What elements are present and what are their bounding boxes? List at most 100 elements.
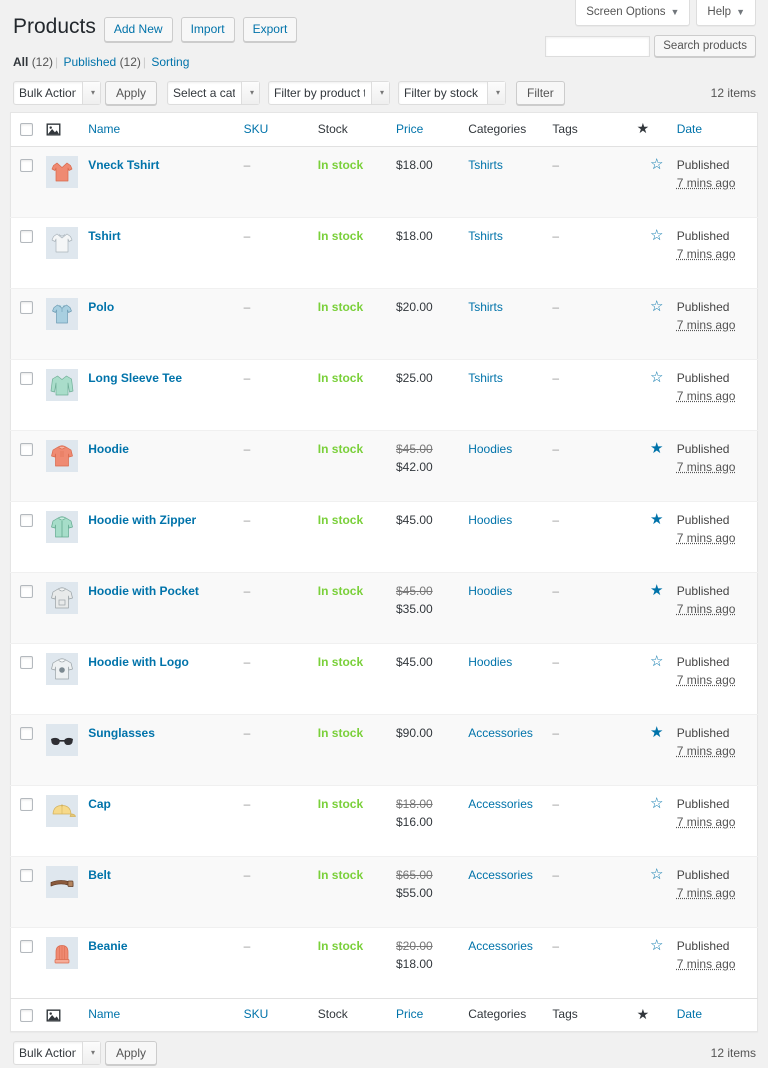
stock-status-select[interactable]: Filter by stock status [398,81,506,105]
product-thumbnail[interactable] [46,724,78,756]
star-outline-icon[interactable]: ☆ [650,796,663,811]
product-thumbnail[interactable] [46,653,78,685]
star-filled-icon[interactable]: ★ [650,725,663,740]
row-checkbox[interactable] [20,727,33,740]
product-name-link[interactable]: Hoodie with Zipper [88,513,196,527]
row-checkbox[interactable] [20,301,33,314]
product-name-link[interactable]: Hoodie with Logo [88,655,189,669]
product-thumbnail[interactable] [46,866,78,898]
star-outline-icon[interactable]: ☆ [650,938,663,953]
name-header-link[interactable]: Name [88,122,120,136]
row-checkbox[interactable] [20,940,33,953]
view-sorting-link[interactable]: Sorting [151,55,189,69]
product-name-link[interactable]: Polo [88,300,114,314]
view-published-link[interactable]: Published [64,55,117,69]
category-select[interactable]: Select a category [167,81,260,105]
row-checkbox[interactable] [20,656,33,669]
product-type-select[interactable]: Filter by product type [268,81,390,105]
product-name-link[interactable]: Vneck Tshirt [88,158,159,172]
product-thumbnail[interactable] [46,369,78,401]
search-input[interactable] [545,36,650,57]
product-thumbnail[interactable] [46,440,78,472]
add-new-button[interactable]: Add New [104,17,173,42]
row-checkbox[interactable] [20,159,33,172]
apply-button-top[interactable]: Apply [105,81,157,105]
category-link[interactable]: Accessories [468,939,533,953]
star-outline-icon[interactable]: ☆ [650,654,663,669]
row-checkbox[interactable] [20,372,33,385]
price-footer-link[interactable]: Price [396,1007,423,1021]
name-footer-link[interactable]: Name [88,1007,120,1021]
date-footer[interactable]: Date [677,998,758,1032]
apply-button-bottom[interactable]: Apply [105,1041,157,1065]
star-outline-icon[interactable]: ☆ [650,867,663,882]
star-outline-icon[interactable]: ☆ [650,370,663,385]
view-all[interactable]: All (12)| [13,55,60,69]
row-checkbox[interactable] [20,230,33,243]
featured-header[interactable]: ★ [637,113,677,147]
product-thumbnail[interactable] [46,227,78,259]
featured-footer[interactable]: ★ [637,998,677,1032]
price-header-link[interactable]: Price [396,122,423,136]
product-name-cell: Polo [88,288,243,359]
view-sorting[interactable]: Sorting [151,55,189,69]
product-name-link[interactable]: Hoodie with Pocket [88,584,199,598]
category-link[interactable]: Hoodies [468,655,512,669]
search-products-button[interactable]: Search products [654,35,756,57]
product-name-link[interactable]: Belt [88,868,111,882]
product-thumbnail[interactable] [46,156,78,188]
product-thumbnail[interactable] [46,298,78,330]
bulk-actions-select-bottom[interactable]: Bulk Actions [13,1041,101,1065]
category-link[interactable]: Hoodies [468,513,512,527]
product-name-link[interactable]: Hoodie [88,442,129,456]
name-header[interactable]: Name [88,113,243,147]
category-link[interactable]: Hoodies [468,442,512,456]
date-footer-link[interactable]: Date [677,1007,702,1021]
product-name-link[interactable]: Long Sleeve Tee [88,371,182,385]
category-link[interactable]: Accessories [468,868,533,882]
product-name-link[interactable]: Tshirt [88,229,120,243]
view-all-link[interactable]: All [13,55,28,69]
star-filled-icon[interactable]: ★ [650,512,663,527]
name-footer[interactable]: Name [88,998,243,1032]
row-checkbox[interactable] [20,798,33,811]
category-link[interactable]: Hoodies [468,584,512,598]
product-name-link[interactable]: Sunglasses [88,726,155,740]
product-name-link[interactable]: Beanie [88,939,127,953]
star-filled-icon[interactable]: ★ [650,583,663,598]
row-checkbox[interactable] [20,869,33,882]
star-outline-icon[interactable]: ☆ [650,157,663,172]
screen-options-button[interactable]: Screen Options▼ [575,0,690,26]
select-all-checkbox-bottom[interactable] [20,1009,33,1022]
sku-footer-link[interactable]: SKU [244,1007,269,1021]
select-all-checkbox-top[interactable] [20,123,33,136]
sku-footer[interactable]: SKU [244,998,318,1032]
star-outline-icon[interactable]: ☆ [650,228,663,243]
view-published[interactable]: Published (12)| [64,55,149,69]
category-link[interactable]: Tshirts [468,158,503,172]
date-header-link[interactable]: Date [677,122,702,136]
sku-header-link[interactable]: SKU [244,122,269,136]
category-link[interactable]: Tshirts [468,371,503,385]
category-link[interactable]: Tshirts [468,229,503,243]
star-outline-icon[interactable]: ☆ [650,299,663,314]
product-thumbnail[interactable] [46,582,78,614]
product-thumbnail[interactable] [46,937,78,969]
product-thumbnail[interactable] [46,511,78,543]
row-checkbox[interactable] [20,514,33,527]
sku-header[interactable]: SKU [244,113,318,147]
help-button[interactable]: Help▼ [696,0,756,26]
row-checkbox[interactable] [20,585,33,598]
price-header[interactable]: Price [396,113,468,147]
price-footer[interactable]: Price [396,998,468,1032]
product-thumbnail[interactable] [46,795,78,827]
export-button[interactable]: Export [243,17,298,42]
date-header[interactable]: Date [677,113,758,147]
bulk-actions-select[interactable]: Bulk Actions [13,81,101,105]
row-checkbox[interactable] [20,443,33,456]
category-link[interactable]: Accessories [468,726,533,740]
star-filled-icon[interactable]: ★ [650,441,663,456]
category-link[interactable]: Tshirts [468,300,503,314]
filter-button[interactable]: Filter [516,81,565,105]
import-button[interactable]: Import [181,17,235,42]
